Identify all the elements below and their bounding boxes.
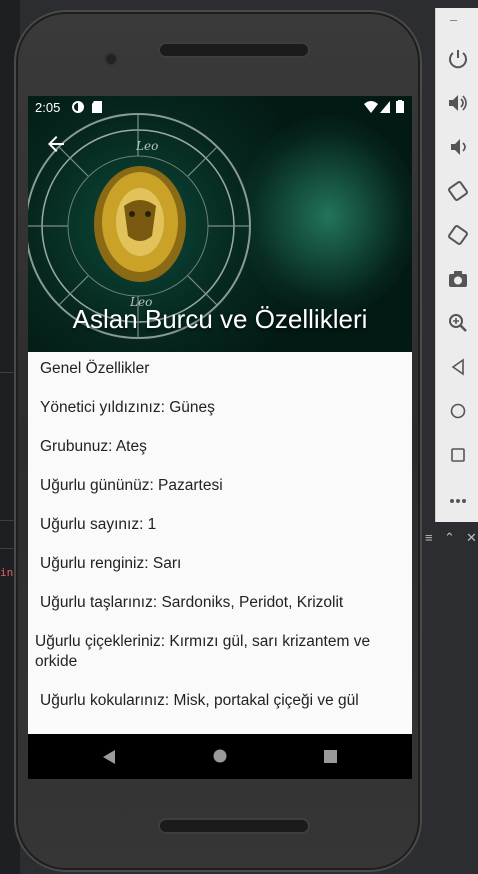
ide-error-text: in [0, 566, 14, 579]
wifi-icon [364, 101, 378, 113]
more-icon[interactable] [436, 482, 478, 516]
volume-up-icon[interactable] [436, 86, 478, 120]
list-item: Yönetici yıldızınız: Güneş [40, 399, 215, 416]
list-item: Uğurlu kokularınız: Misk, portakal çiçeğ… [40, 692, 359, 709]
front-camera [106, 54, 116, 64]
list-item: Uğurlu sayınız: 1 [40, 516, 157, 533]
emulator-toolbar: – [435, 8, 478, 522]
signal-icon [380, 101, 390, 113]
nav-back-icon[interactable] [101, 749, 117, 765]
bottom-speaker [160, 820, 308, 832]
lion-emblem [94, 166, 186, 282]
nav-home-icon[interactable] [213, 749, 227, 763]
minimize-icon[interactable]: – [450, 12, 457, 27]
status-time: 2:05 [35, 100, 61, 115]
list-item: Uğurlu gününüz: Pazartesi [40, 477, 223, 494]
chevron-up-icon[interactable]: ⌃ [444, 530, 455, 546]
navigation-bar [28, 734, 412, 779]
nav-overview-icon[interactable] [324, 750, 337, 763]
ide-toolbar: ≡ ⌃ ✕ [418, 528, 478, 550]
back-icon[interactable] [436, 350, 478, 384]
top-speaker [160, 44, 308, 56]
list-item: Uğurlu renginiz: Sarı [40, 555, 182, 572]
sd-card-icon [92, 101, 102, 113]
battery-icon [396, 100, 404, 113]
app-screen: Leo Leo 2:05 Aslan Burcu ve Özellikleri … [28, 96, 412, 779]
home-icon[interactable] [436, 394, 478, 428]
menu-icon[interactable]: ≡ [425, 530, 433, 545]
list-item: Uğurlu çiçekleriniz: Kırmızı gül, sarı k… [35, 633, 371, 670]
page-title: Aslan Burcu ve Özellikleri [72, 304, 368, 334]
zoom-icon[interactable] [436, 306, 478, 340]
volume-down-icon[interactable] [436, 130, 478, 164]
list-item: Genel Özellikler [40, 360, 150, 377]
list-item: Grubunuz: Ateş [40, 438, 147, 455]
close-icon[interactable]: ✕ [466, 530, 477, 546]
sync-icon [72, 101, 84, 113]
power-icon[interactable] [436, 42, 478, 76]
back-arrow-icon[interactable] [44, 132, 68, 156]
header-image: Leo Leo 2:05 Aslan Burcu ve Özellikleri [28, 96, 412, 352]
overview-icon[interactable] [436, 438, 478, 472]
status-bar: 2:05 [28, 96, 412, 120]
camera-icon[interactable] [436, 262, 478, 296]
rotate-left-icon[interactable] [436, 174, 478, 208]
svg-text:Leo: Leo [135, 139, 158, 153]
list-item: Uğurlu taşlarınız: Sardoniks, Peridot, K… [40, 594, 344, 611]
rotate-right-icon[interactable] [436, 218, 478, 252]
